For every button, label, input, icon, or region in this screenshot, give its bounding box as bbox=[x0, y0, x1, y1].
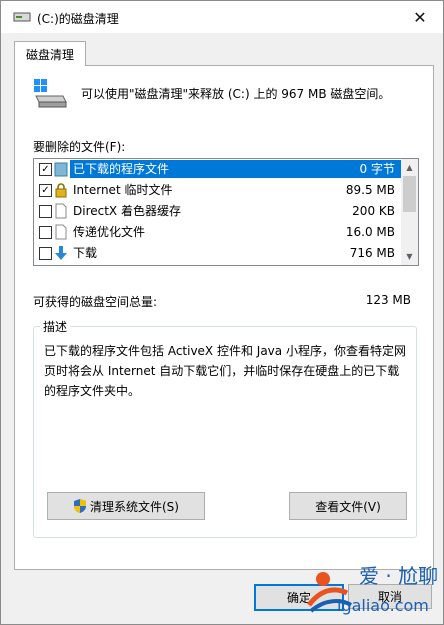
list-item[interactable]: 传递优化文件 16.0 MB bbox=[34, 222, 401, 243]
checkbox[interactable] bbox=[39, 205, 52, 218]
files-rows: ✓ 已下载的程序文件 0 字节 ✓ Internet 临时文件 89.5 MB bbox=[34, 159, 401, 264]
document-icon bbox=[55, 203, 67, 219]
folder-icon bbox=[54, 162, 68, 177]
drive-icon bbox=[13, 12, 31, 22]
checkbox[interactable]: ✓ bbox=[39, 163, 52, 176]
total-space-value: 123 MB bbox=[365, 293, 411, 307]
view-files-button[interactable]: 查看文件(V) bbox=[289, 492, 407, 520]
lock-icon bbox=[55, 183, 67, 198]
file-size: 89.5 MB bbox=[345, 183, 395, 197]
checkbox[interactable] bbox=[39, 226, 52, 239]
scroll-down-icon[interactable]: ▼ bbox=[401, 248, 418, 265]
file-size: 716 MB bbox=[349, 246, 395, 260]
clean-system-files-button[interactable]: 清理系统文件(S) bbox=[47, 492, 205, 520]
file-size: 200 KB bbox=[352, 204, 395, 218]
download-arrow-icon bbox=[55, 246, 67, 260]
list-item[interactable]: 下载 716 MB bbox=[34, 243, 401, 264]
file-name: 传递优化文件 bbox=[73, 225, 146, 239]
ok-button[interactable]: 确定 bbox=[254, 584, 344, 611]
title-bar: (C:)的磁盘清理 ✕ bbox=[1, 1, 443, 33]
file-name: DirectX 着色器缓存 bbox=[73, 204, 181, 218]
cancel-button[interactable]: 取消 bbox=[348, 584, 432, 609]
files-label: 要删除的文件(F): bbox=[33, 140, 126, 154]
scroll-thumb[interactable] bbox=[403, 176, 416, 212]
file-name: Internet 临时文件 bbox=[73, 183, 173, 197]
info-text: 可以使用"磁盘清理"来释放 (C:) 上的 967 MB 磁盘空间。 bbox=[81, 87, 391, 101]
description-text: 已下载的程序文件包括 ActiveX 控件和 Java 小程序，你查看特定网页时… bbox=[44, 344, 406, 398]
shield-icon bbox=[74, 499, 86, 513]
file-name: 下载 bbox=[73, 246, 98, 260]
list-item[interactable]: ✓ 已下载的程序文件 0 字节 bbox=[34, 159, 401, 180]
file-size: 16.0 MB bbox=[345, 225, 395, 239]
file-name: 已下载的程序文件 bbox=[70, 160, 326, 178]
description-title: 描述 bbox=[40, 318, 71, 335]
file-size: 0 字节 bbox=[320, 160, 401, 178]
close-button[interactable]: ✕ bbox=[397, 1, 443, 33]
files-list[interactable]: ✓ 已下载的程序文件 0 字节 ✓ Internet 临时文件 89.5 MB bbox=[33, 158, 419, 266]
checkbox[interactable] bbox=[39, 247, 52, 260]
tab-disk-cleanup[interactable]: 磁盘清理 bbox=[14, 41, 86, 66]
tab-panel: 可以使用"磁盘清理"来释放 (C:) 上的 967 MB 磁盘空间。 要删除的文… bbox=[14, 65, 434, 570]
drive-cleanup-icon bbox=[34, 79, 67, 108]
document-icon bbox=[55, 224, 67, 240]
window-title: (C:)的磁盘清理 bbox=[37, 12, 119, 26]
clean-system-files-label: 清理系统文件(S) bbox=[90, 499, 179, 514]
disk-cleanup-window: (C:)的磁盘清理 ✕ 磁盘清理 可以使用"磁盘清理"来释放 (C:) 上的 9… bbox=[0, 0, 444, 625]
list-scrollbar[interactable]: ▲ ▼ bbox=[401, 159, 418, 265]
list-item[interactable]: DirectX 着色器缓存 200 KB bbox=[34, 201, 401, 222]
scroll-up-icon[interactable]: ▲ bbox=[401, 159, 418, 176]
list-item[interactable]: ✓ Internet 临时文件 89.5 MB bbox=[34, 180, 401, 201]
checkbox[interactable]: ✓ bbox=[39, 184, 52, 197]
total-space-label: 可获得的磁盘空间总量: bbox=[33, 295, 158, 309]
